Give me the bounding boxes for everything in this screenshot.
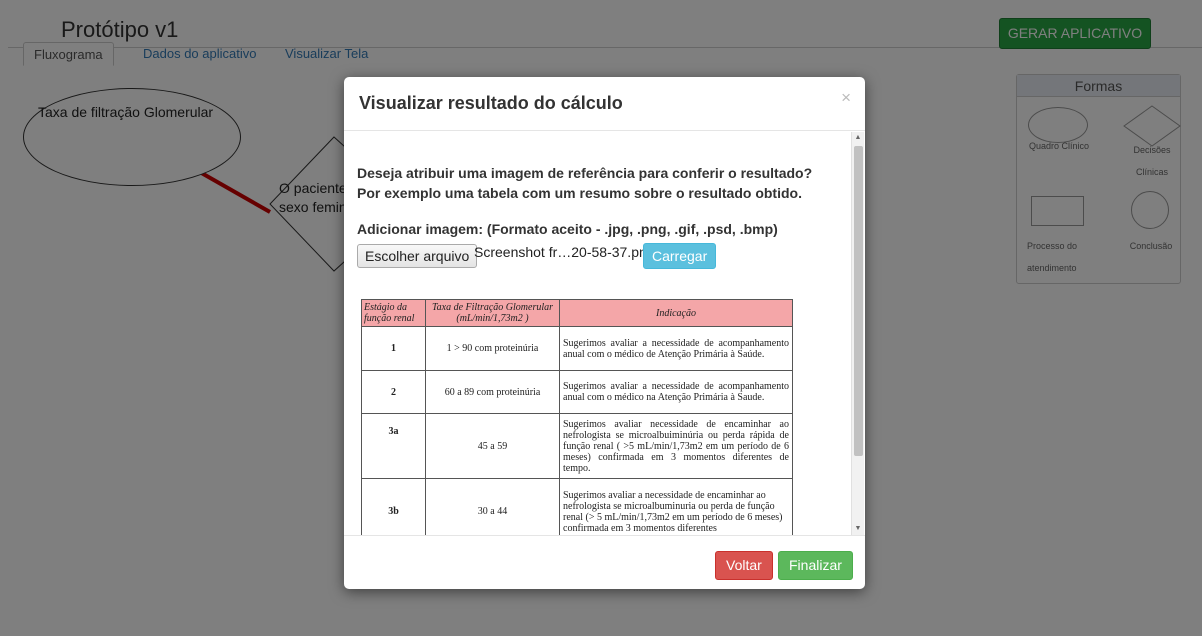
stage-cell: 3a <box>361 413 426 479</box>
stage-cell: 1 <box>361 326 426 371</box>
scroll-up-arrow-icon[interactable]: ▲ <box>852 132 864 144</box>
reference-image-table: Estágio da função renal Taxa de Filtraçã… <box>361 299 793 535</box>
modal-content: Deseja atribuir uma imagem de referência… <box>357 163 837 535</box>
table-row: 2 60 a 89 com proteinúria Sugerimos aval… <box>361 370 793 414</box>
modal-header: Visualizar resultado do cálculo × <box>344 77 865 131</box>
table-header-row: Estágio da função renal Taxa de Filtraçã… <box>361 299 793 327</box>
table-row: 1 1 > 90 com proteinúria Sugerimos avali… <box>361 326 793 371</box>
modal-title: Visualizar resultado do cálculo <box>359 93 623 113</box>
choose-file-button[interactable]: Escolher arquivo <box>357 244 478 268</box>
rate-cell: 60 a 89 com proteinúria <box>425 370 560 414</box>
scrollbar-thumb[interactable] <box>854 146 863 456</box>
selected-file-name: Screenshot fr…20-58-37.png <box>474 244 655 260</box>
indication-cell: Sugerimos avaliar a necessidade de acomp… <box>559 370 793 414</box>
upload-label: Adicionar imagem: (Formato aceito - .jpg… <box>357 221 778 237</box>
rate-cell: 30 a 44 <box>425 478 560 535</box>
close-icon[interactable]: × <box>841 88 851 108</box>
back-button[interactable]: Voltar <box>715 551 773 580</box>
header-rate: Taxa de Filtração Glomerular (mL/min/1,7… <box>425 299 560 327</box>
indication-cell: Sugerimos avaliar a necessidade de acomp… <box>559 326 793 371</box>
upload-row: Escolher arquivo Screenshot fr…20-58-37.… <box>357 241 837 269</box>
rate-cell: 45 a 59 <box>425 413 560 479</box>
calc-result-modal: Visualizar resultado do cálculo × Deseja… <box>344 77 865 589</box>
table-row: 3b 30 a 44 Sugerimos avaliar a necessida… <box>361 478 793 535</box>
question-text-line2: Por exemplo uma tabela com um resumo sob… <box>357 185 802 201</box>
indication-cell: Sugerimos avaliar a necessidade de encam… <box>559 478 793 535</box>
modal-footer: Voltar Finalizar <box>344 535 865 589</box>
finish-button[interactable]: Finalizar <box>778 551 853 580</box>
header-stage: Estágio da função renal <box>361 299 426 327</box>
upload-button[interactable]: Carregar <box>643 243 717 269</box>
modal-scrollbar[interactable]: ▲ ▼ <box>851 132 864 535</box>
question-text-line1: Deseja atribuir uma imagem de referência… <box>357 165 813 181</box>
modal-body[interactable]: Deseja atribuir uma imagem de referência… <box>344 132 865 535</box>
rate-cell: 1 > 90 com proteinúria <box>425 326 560 371</box>
header-indication: Indicação <box>559 299 793 327</box>
stage-cell: 3b <box>361 478 426 535</box>
table-row: 3a 45 a 59 Sugerimos avaliar necessidade… <box>361 413 793 479</box>
stage-cell: 2 <box>361 370 426 414</box>
indication-cell: Sugerimos avaliar necessidade de encamin… <box>559 413 793 479</box>
scroll-down-arrow-icon[interactable]: ▼ <box>852 523 864 535</box>
